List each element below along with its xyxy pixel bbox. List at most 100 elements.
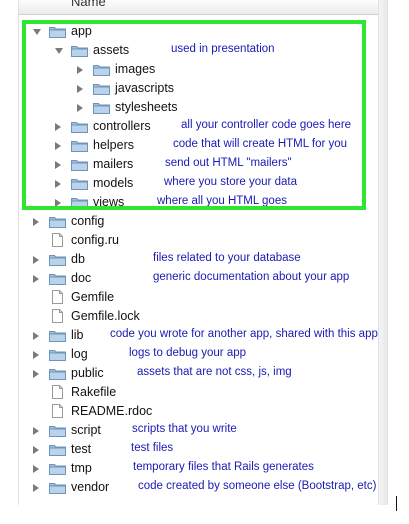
- disclosure-open-icon[interactable]: [55, 48, 63, 54]
- annotation-note: test files: [131, 442, 174, 454]
- item-name: assets: [93, 43, 130, 57]
- folder-icon: [71, 139, 88, 152]
- name-column-header-label: Name: [71, 0, 106, 9]
- folder-icon: [93, 63, 110, 76]
- item-name: Gemfile.lock: [71, 309, 140, 323]
- folder-icon: [49, 424, 66, 437]
- disclosure-closed-icon[interactable]: [33, 370, 39, 378]
- folder-icon: [49, 462, 66, 475]
- folder-icon: [49, 329, 66, 342]
- disclosure-closed-icon[interactable]: [55, 142, 61, 150]
- item-name: mailers: [93, 157, 134, 171]
- folder-icon: [71, 177, 88, 190]
- item-name: images: [115, 62, 156, 76]
- annotation-note: used in presentation: [171, 43, 275, 55]
- folder-icon: [49, 215, 66, 228]
- disclosure-closed-icon[interactable]: [33, 275, 39, 283]
- disclosure-closed-icon[interactable]: [55, 123, 61, 131]
- folder-icon: [49, 253, 66, 266]
- disclosure-closed-icon[interactable]: [77, 66, 83, 74]
- annotation-note: where all you HTML goes: [157, 195, 287, 207]
- disclosure-closed-icon[interactable]: [33, 465, 39, 473]
- folder-icon: [71, 158, 88, 171]
- tree-row-gemfile-lock[interactable]: Gemfile.lock: [19, 307, 379, 326]
- file-tree-panel: Name app assets used in presentation images…: [18, 0, 379, 505]
- item-name: tmp: [71, 461, 92, 475]
- disclosure-closed-icon[interactable]: [33, 256, 39, 264]
- folder-icon: [49, 348, 66, 361]
- item-name: script: [71, 423, 101, 437]
- annotation-note: code that will create HTML for you: [173, 138, 348, 150]
- tree-row-images[interactable]: images: [19, 60, 379, 79]
- disclosure-closed-icon[interactable]: [33, 332, 39, 340]
- disclosure-open-icon[interactable]: [33, 29, 41, 35]
- item-name: README.rdoc: [71, 404, 153, 418]
- tree-row-db[interactable]: db files related to your database: [19, 250, 379, 269]
- item-name: helpers: [93, 138, 134, 152]
- tree-row-script[interactable]: script scripts that you write: [19, 421, 379, 440]
- annotation-note: all your controller code goes here: [181, 119, 352, 131]
- tree-row-readme-rdoc[interactable]: README.rdoc: [19, 402, 379, 421]
- tree-row-controllers[interactable]: controllers all your controller code goes…: [19, 117, 379, 136]
- disclosure-closed-icon[interactable]: [77, 85, 83, 93]
- tree-row-config-ru[interactable]: config.ru: [19, 231, 379, 250]
- item-name: db: [71, 252, 85, 266]
- tree-row-tmp[interactable]: tmp temporary files that Rails generates: [19, 459, 379, 478]
- folder-icon: [93, 101, 110, 114]
- disclosure-closed-icon[interactable]: [33, 427, 39, 435]
- tree-row-gemfile[interactable]: Gemfile: [19, 288, 379, 307]
- tree-row-lib[interactable]: lib code you wrote for another app, share…: [19, 326, 379, 345]
- annotation-note: logs to debug your app: [129, 347, 247, 359]
- disclosure-closed-icon[interactable]: [77, 104, 83, 112]
- tree-row-doc[interactable]: doc generic documentation about your app: [19, 269, 379, 288]
- item-name: doc: [71, 271, 92, 285]
- folder-icon: [49, 443, 66, 456]
- disclosure-closed-icon[interactable]: [33, 446, 39, 454]
- disclosure-closed-icon[interactable]: [55, 199, 61, 207]
- folder-icon: [49, 481, 66, 494]
- tree-row-mailers[interactable]: mailers send out HTML "mailers": [19, 155, 379, 174]
- disclosure-closed-icon[interactable]: [33, 351, 39, 359]
- name-column-header[interactable]: Name: [19, 0, 379, 15]
- tree-row-stylesheets[interactable]: stylesheets: [19, 98, 379, 117]
- item-name: config.ru: [71, 233, 119, 247]
- item-name: controllers: [93, 119, 151, 133]
- tree-row-config[interactable]: config: [19, 212, 379, 231]
- file-icon: [52, 404, 63, 418]
- annotation-note: send out HTML "mailers": [165, 157, 292, 169]
- disclosure-closed-icon[interactable]: [33, 484, 39, 492]
- item-name: stylesheets: [115, 100, 178, 114]
- file-icon: [52, 309, 63, 323]
- item-name: public: [71, 366, 104, 380]
- tree-row-public[interactable]: public assets that are not css, js, img: [19, 364, 379, 383]
- tree-row-log[interactable]: log logs to debug your app: [19, 345, 379, 364]
- item-name: config: [71, 214, 105, 228]
- vertical-scrollbar[interactable]: [378, 0, 388, 505]
- annotation-note: scripts that you write: [132, 423, 237, 435]
- folder-icon: [71, 120, 88, 133]
- annotation-note: temporary files that Rails generates: [133, 461, 314, 473]
- folder-icon: [71, 44, 88, 57]
- tree-row-javascripts[interactable]: javascripts: [19, 79, 379, 98]
- folder-icon: [71, 196, 88, 209]
- tree-row-assets[interactable]: assets used in presentation: [19, 41, 379, 60]
- file-icon: [52, 385, 63, 399]
- text-cursor: [396, 496, 397, 511]
- tree-row-app[interactable]: app: [19, 22, 379, 41]
- tree-row-views[interactable]: views where all you HTML goes: [19, 193, 379, 212]
- tree-row-vendor[interactable]: vendor code created by someone else (Boot…: [19, 478, 379, 497]
- tree-row-helpers[interactable]: helpers code that will create HTML for yo…: [19, 136, 379, 155]
- disclosure-closed-icon[interactable]: [33, 218, 39, 226]
- disclosure-closed-icon[interactable]: [55, 180, 61, 188]
- tree-row-test[interactable]: test test files: [19, 440, 379, 459]
- tree-row-rakefile[interactable]: Rakefile: [19, 383, 379, 402]
- annotation-note: assets that are not css, js, img: [137, 366, 292, 378]
- item-name: app: [71, 24, 92, 38]
- tree-row-models[interactable]: models where you store your data: [19, 174, 379, 193]
- folder-icon: [49, 367, 66, 380]
- item-name: Gemfile: [71, 290, 115, 304]
- disclosure-closed-icon[interactable]: [55, 161, 61, 169]
- annotation-note: code created by someone else (Bootstrap,…: [138, 480, 377, 492]
- annotation-note: files related to your database: [153, 252, 301, 264]
- item-name: lib: [71, 328, 84, 342]
